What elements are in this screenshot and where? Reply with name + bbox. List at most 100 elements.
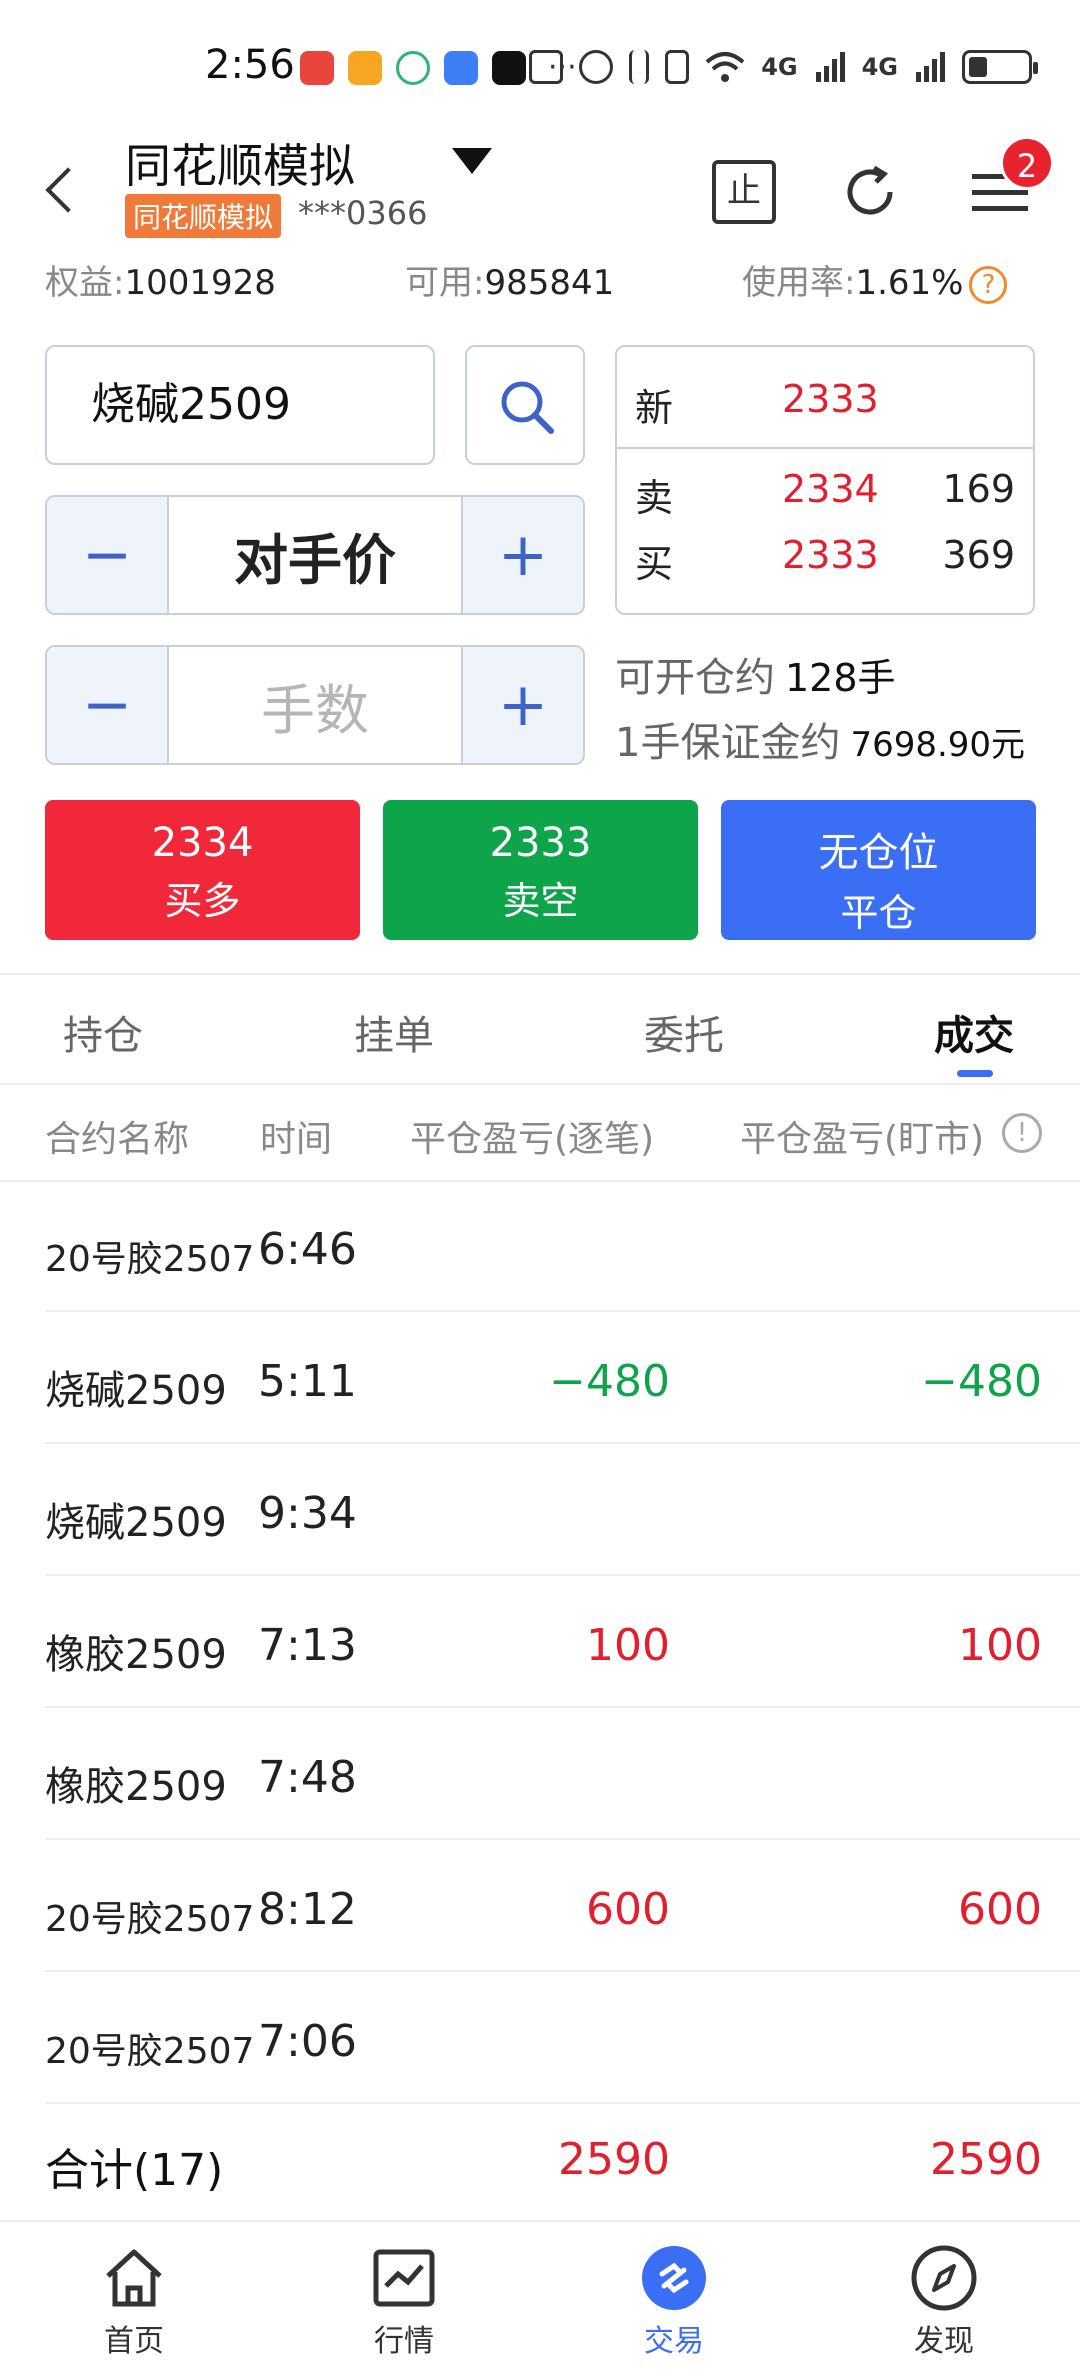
row-pnl-trade: 100 xyxy=(586,1620,670,1671)
row-time: 8:12 xyxy=(258,1884,357,1935)
sell-short-button[interactable]: 2333 卖空 xyxy=(383,800,698,940)
bid-row[interactable]: 买 2333 369 xyxy=(617,533,1033,593)
help-icon[interactable]: ? xyxy=(969,265,1008,304)
blue-app-icon xyxy=(444,50,478,85)
row-contract: 烧碱2509 xyxy=(45,1500,227,1546)
price-decrease-button[interactable]: − xyxy=(47,497,167,613)
col-time: 时间 xyxy=(260,1119,333,1160)
total-label: 合计(17) xyxy=(45,2145,224,2196)
table-row[interactable]: 烧碱2509 5:11 −480 −480 xyxy=(0,1312,1080,1444)
nav-discover[interactable]: 发现 xyxy=(869,2244,1019,2360)
row-contract: 20号胶2507 xyxy=(45,2031,255,2072)
table-row[interactable]: 橡胶2509 7:13 100 100 xyxy=(0,1576,1080,1708)
notification-badge: 2 xyxy=(1000,136,1054,190)
taobao-app-icon xyxy=(300,50,334,85)
openable-label: 可开仓约 xyxy=(615,655,775,701)
equity-label: 权益: xyxy=(45,263,125,303)
table-row[interactable]: 20号胶2507 6:46 xyxy=(0,1180,1080,1312)
total-row: 合计(17) 2590 2590 xyxy=(0,2098,1080,2218)
row-pnl-mark: 100 xyxy=(958,1620,1042,1671)
signal-4g-1-icon: 4G xyxy=(761,53,798,81)
last-price: 2333 xyxy=(782,377,879,421)
table-row[interactable]: 20号胶2507 8:12 600 600 xyxy=(0,1840,1080,1972)
nav-trade-label: 交易 xyxy=(644,2324,704,2359)
sell-price: 2333 xyxy=(489,820,592,866)
nfc-icon xyxy=(529,50,564,84)
record-tabs: 持仓 挂单 委托 成交 xyxy=(0,975,1080,1083)
close-position-button[interactable]: 无仓位 平仓 xyxy=(721,800,1036,940)
row-time: 7:48 xyxy=(258,1752,357,1803)
account-title[interactable]: 同花顺模拟 xyxy=(125,130,355,196)
tab-positions[interactable]: 持仓 xyxy=(63,1003,143,1061)
compass-icon xyxy=(911,2245,977,2311)
ask-row[interactable]: 卖 2334 169 xyxy=(617,467,1033,527)
row-contract: 20号胶2507 xyxy=(45,1239,255,1280)
equity: 权益:1001928 xyxy=(45,255,276,304)
margin-label: 1手保证金约 xyxy=(615,720,841,766)
row-time: 6:46 xyxy=(258,1224,357,1275)
margin-value: 7698.90元 xyxy=(850,725,1026,765)
refresh-button[interactable] xyxy=(838,160,902,224)
home-icon xyxy=(106,2249,162,2307)
quantity-stepper: − 手数 + xyxy=(45,645,585,765)
total-pnl-trade: 2590 xyxy=(558,2134,670,2185)
row-time: 5:11 xyxy=(258,1356,357,1407)
last-price-label: 新 xyxy=(635,386,674,430)
signal-bars-1-icon xyxy=(815,52,845,82)
account-number: ***0366 xyxy=(298,194,428,232)
quantity-input[interactable]: 手数 xyxy=(167,647,463,763)
symbol-input[interactable]: 烧碱2509 xyxy=(45,345,435,465)
row-contract: 橡胶2509 xyxy=(45,1764,227,1810)
bid-price: 2333 xyxy=(782,533,879,577)
buy-label: 买多 xyxy=(164,879,241,923)
refresh-icon xyxy=(847,165,893,215)
tab-pending[interactable]: 挂单 xyxy=(354,1003,434,1061)
price-type-field[interactable]: 对手价 xyxy=(167,497,463,613)
account-summary: 权益:1001928 可用:985841 使用率:1.61%? xyxy=(0,255,1080,315)
buy-long-button[interactable]: 2334 买多 xyxy=(45,800,360,940)
app-header: 同花顺模拟 同花顺模拟 ***0366 止 2 xyxy=(0,130,1080,255)
system-icons: 4G 4G xyxy=(529,50,1038,84)
bluetooth-icon xyxy=(629,50,650,84)
account-type-tag: 同花顺模拟 xyxy=(125,194,282,238)
table-row[interactable]: 烧碱2509 9:34 xyxy=(0,1444,1080,1576)
close-status: 无仓位 xyxy=(818,830,939,876)
tab-orders[interactable]: 委托 xyxy=(644,1003,724,1061)
nav-market-label: 行情 xyxy=(374,2324,434,2359)
quantity-increase-button[interactable]: + xyxy=(463,647,583,763)
ask-volume: 169 xyxy=(942,467,1015,511)
tab-trades[interactable]: 成交 xyxy=(934,1003,1014,1061)
ask-label: 卖 xyxy=(635,476,674,520)
quantity-decrease-button[interactable]: − xyxy=(47,647,167,763)
equity-value: 1001928 xyxy=(124,263,276,303)
openable-info: 可开仓约 128手 xyxy=(615,645,896,703)
col-name: 合约名称 xyxy=(45,1119,190,1160)
available: 可用:985841 xyxy=(405,255,614,304)
signal-bars-2-icon xyxy=(916,52,945,82)
price-increase-button[interactable]: + xyxy=(463,497,583,613)
nav-trade[interactable]: 交易 xyxy=(599,2244,749,2360)
chat-app-icon xyxy=(396,50,430,85)
sell-label: 卖空 xyxy=(502,879,579,923)
info-icon[interactable]: ! xyxy=(1002,1113,1042,1153)
search-button[interactable] xyxy=(465,345,585,465)
wifi-icon xyxy=(705,52,745,82)
vibrate-icon xyxy=(665,50,690,84)
table-row[interactable]: 20号胶2507 7:06 xyxy=(0,1972,1080,2104)
row-contract: 20号胶2507 xyxy=(45,1899,255,1940)
row-time: 9:34 xyxy=(258,1488,357,1539)
tiktok-app-icon xyxy=(492,50,526,85)
table-row[interactable]: 橡胶2509 7:48 xyxy=(0,1708,1080,1840)
nav-home[interactable]: 首页 xyxy=(59,2244,209,2360)
stop-order-button[interactable]: 止 xyxy=(712,160,776,224)
margin-info: 1手保证金约 7698.90元 xyxy=(615,710,1025,768)
table-header: 合约名称 时间 平仓盈亏(逐笔) 平仓盈亏(盯市) ! xyxy=(0,1085,1080,1180)
row-time: 7:06 xyxy=(258,2016,357,2067)
bottom-nav: 首页 行情 交易 发现 xyxy=(0,2220,1080,2376)
close-label: 平仓 xyxy=(840,891,917,935)
account-switch-caret-icon[interactable] xyxy=(452,148,492,174)
back-button[interactable] xyxy=(40,160,80,220)
search-icon xyxy=(501,381,554,434)
active-tab-indicator xyxy=(957,1070,993,1077)
nav-market[interactable]: 行情 xyxy=(329,2244,479,2360)
